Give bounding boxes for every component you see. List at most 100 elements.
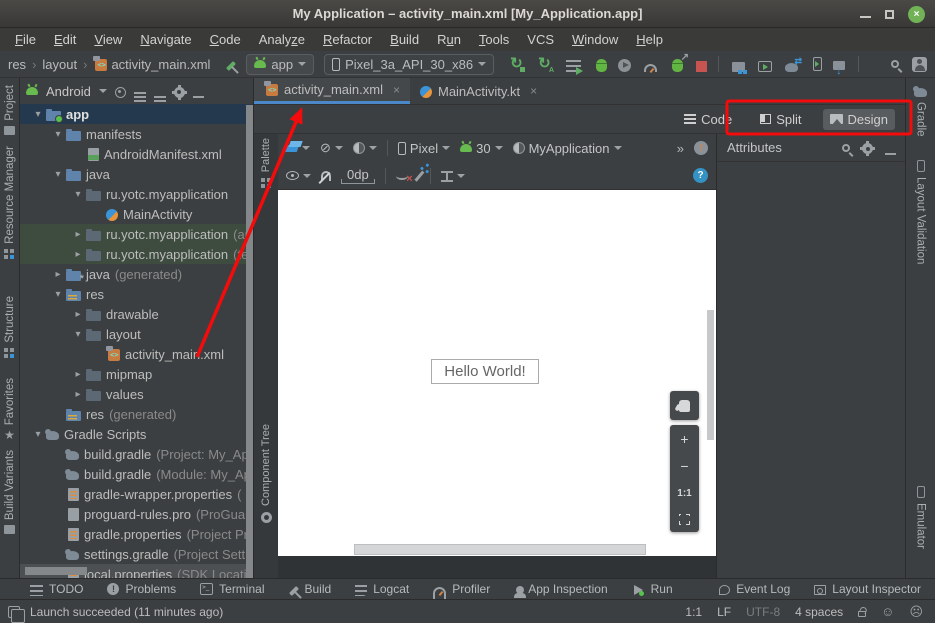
menu-item[interactable]: Edit (45, 28, 85, 51)
tree-item[interactable]: gradle-wrapper.properties ( (20, 484, 253, 504)
sidebar-tab-resource-manager[interactable]: Resource Manager (0, 146, 19, 258)
tree-item[interactable]: ▾ app (20, 104, 253, 124)
device-manager-icon[interactable] (813, 57, 822, 71)
separator[interactable] (718, 56, 719, 72)
component-tree-tab[interactable]: Component Tree (254, 424, 278, 523)
separator[interactable] (858, 56, 859, 72)
sidebar-tab-layout-validation[interactable]: Layout Validation (906, 160, 935, 264)
palette-tab[interactable]: Palette (254, 138, 278, 187)
sad-face-icon[interactable]: ☹ (909, 604, 923, 620)
tree-item[interactable]: res (generated) (20, 404, 253, 424)
tree-item[interactable]: ▾ layout (20, 324, 253, 344)
menu-item[interactable]: Build (381, 28, 428, 51)
mode-code-button[interactable]: Code (677, 109, 739, 130)
tree-chevron-icon[interactable]: ▾ (30, 109, 46, 120)
tool-window-button[interactable]: Profiler (433, 582, 490, 596)
tool-window-button[interactable]: Event Log (719, 582, 790, 596)
search-icon[interactable] (842, 144, 850, 152)
tree-item[interactable]: ▸ values (20, 384, 253, 404)
api-level-menu[interactable]: 30 (460, 141, 502, 156)
tree-item[interactable]: ▾ java (20, 164, 253, 184)
autoconnect-off-icon[interactable] (321, 171, 331, 181)
caret-position[interactable]: 1:1 (685, 605, 702, 619)
mode-design-button[interactable]: Design (823, 109, 895, 130)
orientation-selector[interactable]: ⊘ (320, 140, 343, 156)
gear-icon[interactable] (862, 143, 873, 154)
sidebar-tab-project[interactable]: Project (0, 85, 19, 135)
zoom-in-button[interactable]: + (680, 432, 688, 446)
tree-chevron-icon[interactable]: ▾ (30, 429, 46, 440)
avd-manager-icon[interactable] (758, 61, 772, 72)
unlock-icon[interactable] (858, 611, 866, 617)
attach-debugger-icon[interactable] (672, 59, 683, 72)
tool-window-button[interactable]: Terminal (200, 582, 264, 596)
expand-all-icon[interactable] (134, 96, 146, 98)
project-view-selector[interactable]: Android (46, 84, 91, 99)
mode-split-button[interactable]: Split (753, 109, 808, 130)
tool-window-button[interactable]: ! Problems (107, 582, 176, 596)
tree-item[interactable]: AndroidManifest.xml (20, 144, 253, 164)
menu-item[interactable]: Refactor (314, 28, 381, 51)
breadcrumb-res[interactable]: res (8, 57, 26, 72)
menu-item[interactable]: Navigate (131, 28, 200, 51)
tree-item[interactable]: gradle.properties (Project Pr (20, 524, 253, 544)
tree-item[interactable]: MainActivity (20, 204, 253, 224)
sidebar-tab-favorites[interactable]: Favorites ★ (0, 378, 19, 440)
canvas-scrollbar-vertical[interactable] (707, 310, 714, 440)
profile-avatar-icon[interactable] (912, 57, 927, 72)
tree-chevron-icon[interactable]: ▸ (70, 389, 86, 400)
tool-window-button[interactable]: Layout Inspector (814, 582, 921, 596)
clear-constraints-icon[interactable] (396, 172, 408, 180)
menu-item[interactable]: View (85, 28, 131, 51)
hide-panel-icon[interactable] (193, 96, 204, 98)
line-separator[interactable]: LF (717, 605, 731, 619)
tree-item[interactable]: ▸ drawable (20, 304, 253, 324)
tree-item[interactable]: ▾ manifests (20, 124, 253, 144)
device-menu[interactable]: Pixel (398, 141, 450, 156)
tree-chevron-icon[interactable]: ▸ (70, 369, 86, 380)
close-icon[interactable]: × (530, 84, 537, 98)
indent-setting[interactable]: 4 spaces (795, 605, 843, 619)
chevron-down-icon[interactable] (99, 89, 107, 93)
tool-window-button[interactable]: Run (632, 582, 673, 596)
tree-chevron-icon[interactable]: ▸ (70, 309, 86, 320)
pack-menu[interactable] (441, 170, 465, 182)
canvas-scrollbar-horizontal[interactable] (354, 544, 646, 555)
project-scrollbar-vertical[interactable] (246, 105, 253, 578)
device-file-explorer-icon[interactable] (732, 62, 745, 72)
close-icon[interactable]: × (393, 83, 400, 97)
hello-world-textview[interactable]: Hello World! (431, 359, 539, 384)
menu-item[interactable]: Tools (470, 28, 518, 51)
tab-activity-main-xml[interactable]: activity_main.xml × (254, 78, 410, 104)
tree-item[interactable]: settings.gradle (Project Setti (20, 544, 253, 564)
minimize-icon[interactable] (860, 16, 871, 18)
restore-icon[interactable] (885, 10, 894, 19)
tree-chevron-icon[interactable]: ▾ (70, 329, 86, 340)
tree-item[interactable]: activity_main.xml (20, 344, 253, 364)
profiler-icon[interactable] (644, 64, 657, 72)
tree-item[interactable]: ▸ java (generated) (20, 264, 253, 284)
menu-item[interactable]: File (6, 28, 45, 51)
file-encoding[interactable]: UTF-8 (746, 605, 780, 619)
search-icon[interactable] (891, 60, 899, 68)
profile-icon[interactable] (618, 59, 631, 72)
run-configuration-selector[interactable]: app (246, 54, 314, 75)
project-scrollbar-horizontal[interactable] (25, 567, 87, 575)
close-icon[interactable]: × (908, 6, 925, 23)
stop-icon[interactable] (696, 61, 707, 72)
design-canvas[interactable]: Hello World! + − 1:1 (278, 190, 716, 556)
tree-chevron-icon[interactable]: ▾ (70, 189, 86, 200)
sidebar-tab-gradle[interactable]: Gradle (906, 85, 935, 137)
sdk-manager-icon[interactable] (833, 61, 845, 70)
tree-item[interactable]: build.gradle (Module: My_Ap (20, 464, 253, 484)
tree-chevron-icon[interactable]: ▸ (70, 249, 86, 260)
tree-item[interactable]: proguard-rules.pro (ProGuar (20, 504, 253, 524)
tree-item[interactable]: ▾ Gradle Scripts (20, 424, 253, 444)
gradle-sync-icon[interactable] (785, 63, 798, 72)
default-margin-selector[interactable]: 0dp (341, 167, 375, 184)
breadcrumb-file[interactable]: activity_main.xml (111, 57, 210, 72)
happy-face-icon[interactable]: ☺ (881, 604, 894, 619)
hide-panel-icon[interactable] (885, 153, 896, 155)
rerun-icon[interactable] (510, 57, 525, 72)
menu-item[interactable]: VCS (518, 28, 563, 51)
